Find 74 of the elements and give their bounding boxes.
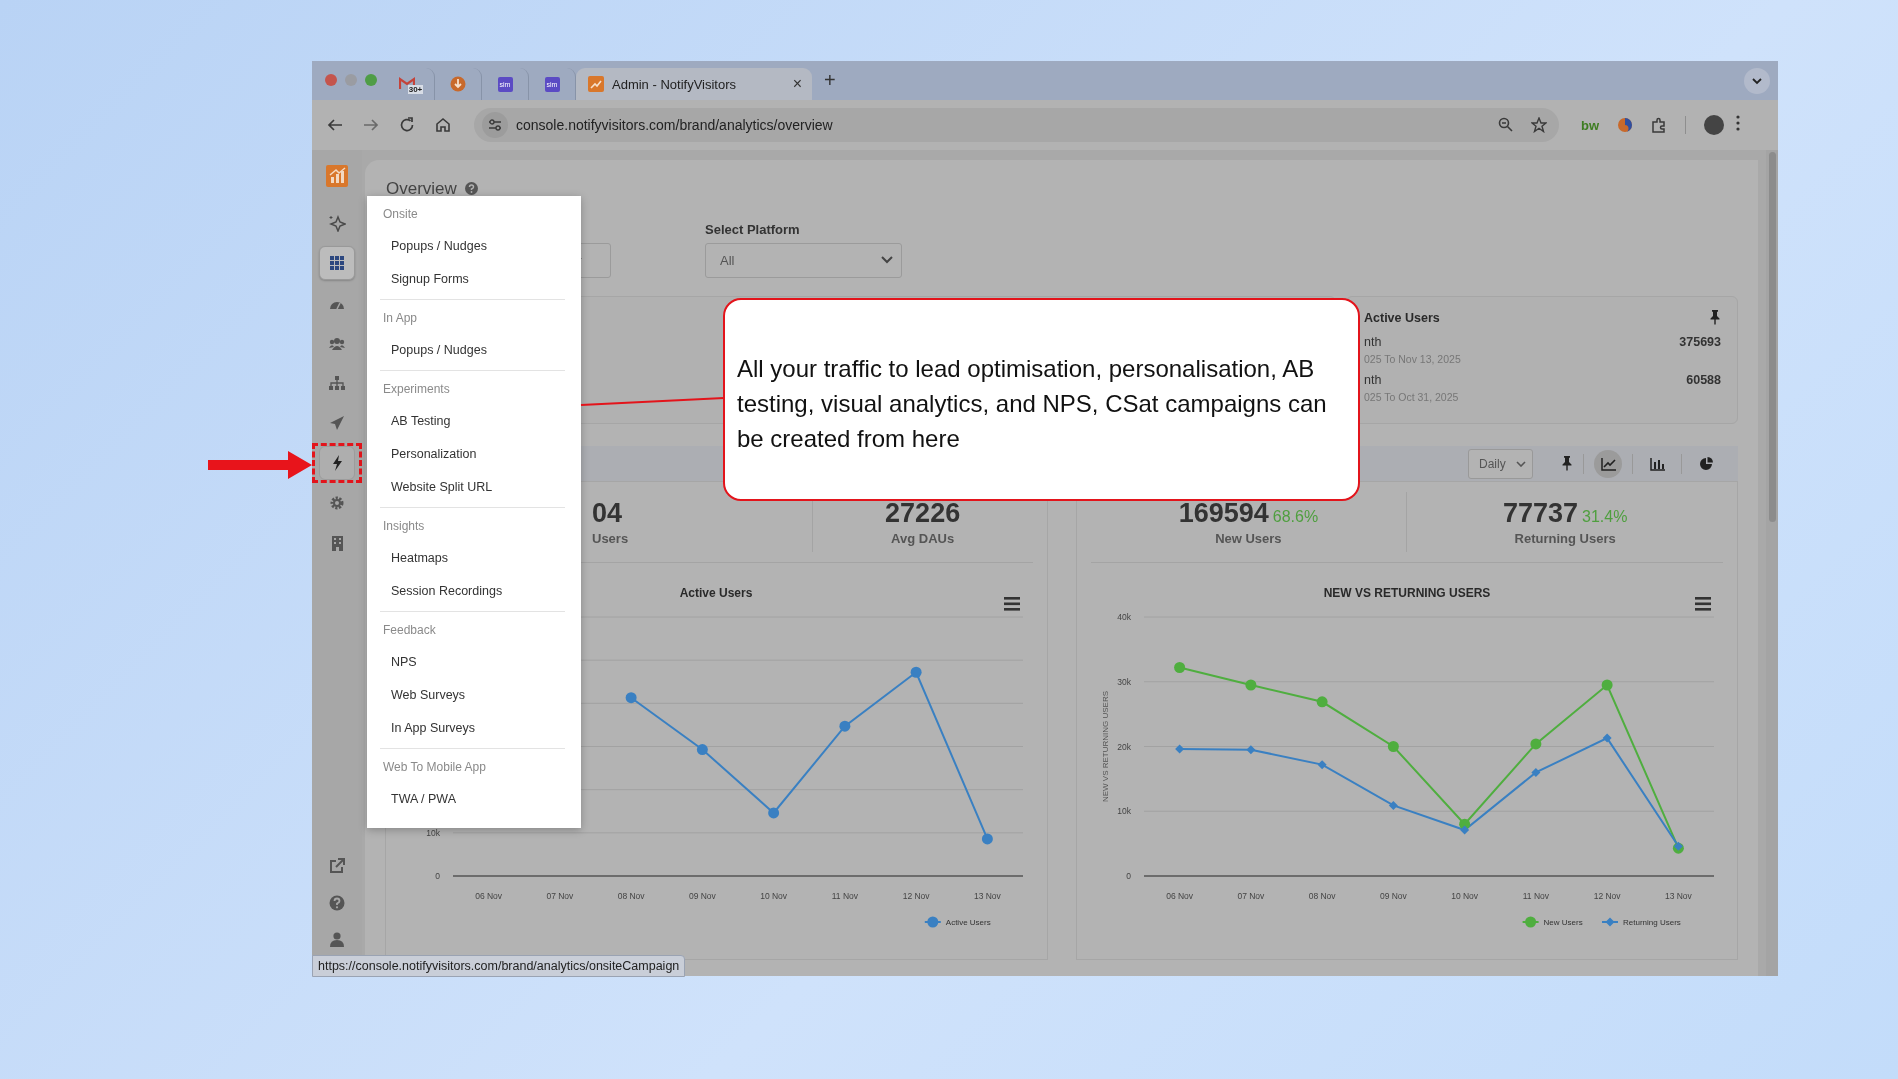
menu-item[interactable]: Web Surveys (380, 678, 565, 711)
menu-item[interactable]: TWA / PWA (380, 782, 565, 815)
stat-label: Returning Users (1514, 531, 1616, 546)
x-tick-label: 10 Nov (760, 891, 788, 901)
stat-label: New Users (1215, 531, 1282, 546)
stat-label: Avg DAUs (891, 531, 955, 546)
page-title: Overview (386, 178, 457, 199)
legend-label[interactable]: Returning Users (1622, 918, 1681, 927)
x-tick-label: 13 Nov (1664, 891, 1692, 901)
x-tick-label: 12 Nov (902, 891, 930, 901)
x-tick-label: 07 Nov (1236, 891, 1264, 901)
x-tick-label: 09 Nov (1379, 891, 1407, 901)
menu-section-title: In App (382, 309, 419, 327)
menu-section-title: Feedback (382, 621, 437, 639)
period-label: nth (1364, 372, 1382, 387)
metric-value: 375693 (1679, 334, 1721, 349)
menu-item[interactable]: Signup Forms (380, 262, 565, 295)
browser-tab[interactable]: Admin - NotifyVisitors × (576, 68, 812, 100)
menu-section-title: Insights (382, 517, 426, 535)
x-tick-label: 11 Nov (831, 891, 859, 901)
callout-text: All your traffic to lead optimisation, personalisation, AB testing, visual analytics, and NPS, CSat campaigns can be created from here (737, 354, 1328, 454)
legend-label[interactable]: Active Users (945, 918, 991, 927)
menu-item[interactable]: Popups / Nudges (380, 229, 565, 262)
menu-item[interactable]: Popups / Nudges (380, 333, 565, 366)
x-tick-label: 13 Nov (973, 891, 1001, 901)
platform-select[interactable]: All (705, 242, 902, 278)
card-title: Active Users (1364, 310, 1440, 325)
new-tab-button[interactable]: + (824, 69, 836, 92)
y-tick-label: 10k (1116, 806, 1131, 817)
menu-item[interactable]: Heatmaps (380, 541, 565, 574)
stat-share: 68.6% (1272, 508, 1319, 526)
metric-value: 60588 (1686, 372, 1721, 387)
stat-value: 77737 (1502, 498, 1578, 529)
stat-value: 27226 (885, 498, 961, 529)
tab-badge: 30+ (407, 84, 424, 94)
period-label: nth (1364, 334, 1382, 349)
close-tab-button[interactable]: × (792, 75, 802, 93)
filter-label: Select Platform (705, 221, 801, 239)
x-tick-label: 10 Nov (1450, 891, 1478, 901)
stat-value: 169594 (1178, 498, 1269, 529)
x-tick-label: 09 Nov (688, 891, 716, 901)
x-tick-label: 08 Nov (617, 891, 645, 901)
y-tick-label: 40k (1116, 612, 1131, 622)
stat-label: Users (592, 531, 629, 546)
y-tick-label: 0 (435, 871, 440, 881)
menu-item[interactable]: Website Split URL (380, 470, 565, 503)
x-tick-label: 07 Nov (546, 891, 574, 901)
y-axis-title: NEW VS RETURNING USERS (1100, 690, 1110, 803)
stat-value: 04 (592, 498, 623, 529)
y-tick-label: 20k (1116, 741, 1131, 752)
x-tick-label: 08 Nov (1308, 891, 1336, 901)
menu-item[interactable]: Personalization (380, 437, 565, 470)
x-tick-label: 06 Nov (475, 891, 503, 901)
menu-section-title: Web To Mobile App (382, 758, 487, 776)
menu-item[interactable]: In App Surveys (380, 711, 565, 744)
menu-item[interactable]: Session Recordings (380, 574, 565, 607)
x-tick-label: 12 Nov (1593, 891, 1621, 901)
x-tick-label: 11 Nov (1522, 891, 1549, 901)
url-text: console.notifyvisitors.com/brand/analytics/overview (516, 117, 834, 133)
menu-item[interactable]: NPS (380, 645, 565, 678)
chart-title: NEW VS RETURNING USERS (1323, 586, 1490, 600)
menu-section-title: Experiments (382, 380, 451, 398)
menu-item[interactable]: AB Testing (380, 404, 565, 437)
status-url: https://console.notifyvisitors.com/brand/analytics/onsiteCampaign (312, 955, 686, 977)
interval-select[interactable]: Daily (1468, 448, 1533, 479)
legend-label[interactable]: New Users (1543, 918, 1583, 927)
address-bar[interactable]: console.notifyvisitors.com/brand/analytics/overview (474, 108, 1559, 142)
y-tick-label: 30k (1116, 676, 1131, 687)
x-tick-label: 06 Nov (1165, 891, 1193, 901)
chart-title: Active Users (679, 586, 753, 600)
y-tick-label: 0 (1125, 871, 1131, 881)
stat-share: 31.4% (1582, 508, 1628, 526)
menu-section-title: Onsite (382, 205, 419, 223)
y-tick-label: 10k (426, 827, 440, 838)
